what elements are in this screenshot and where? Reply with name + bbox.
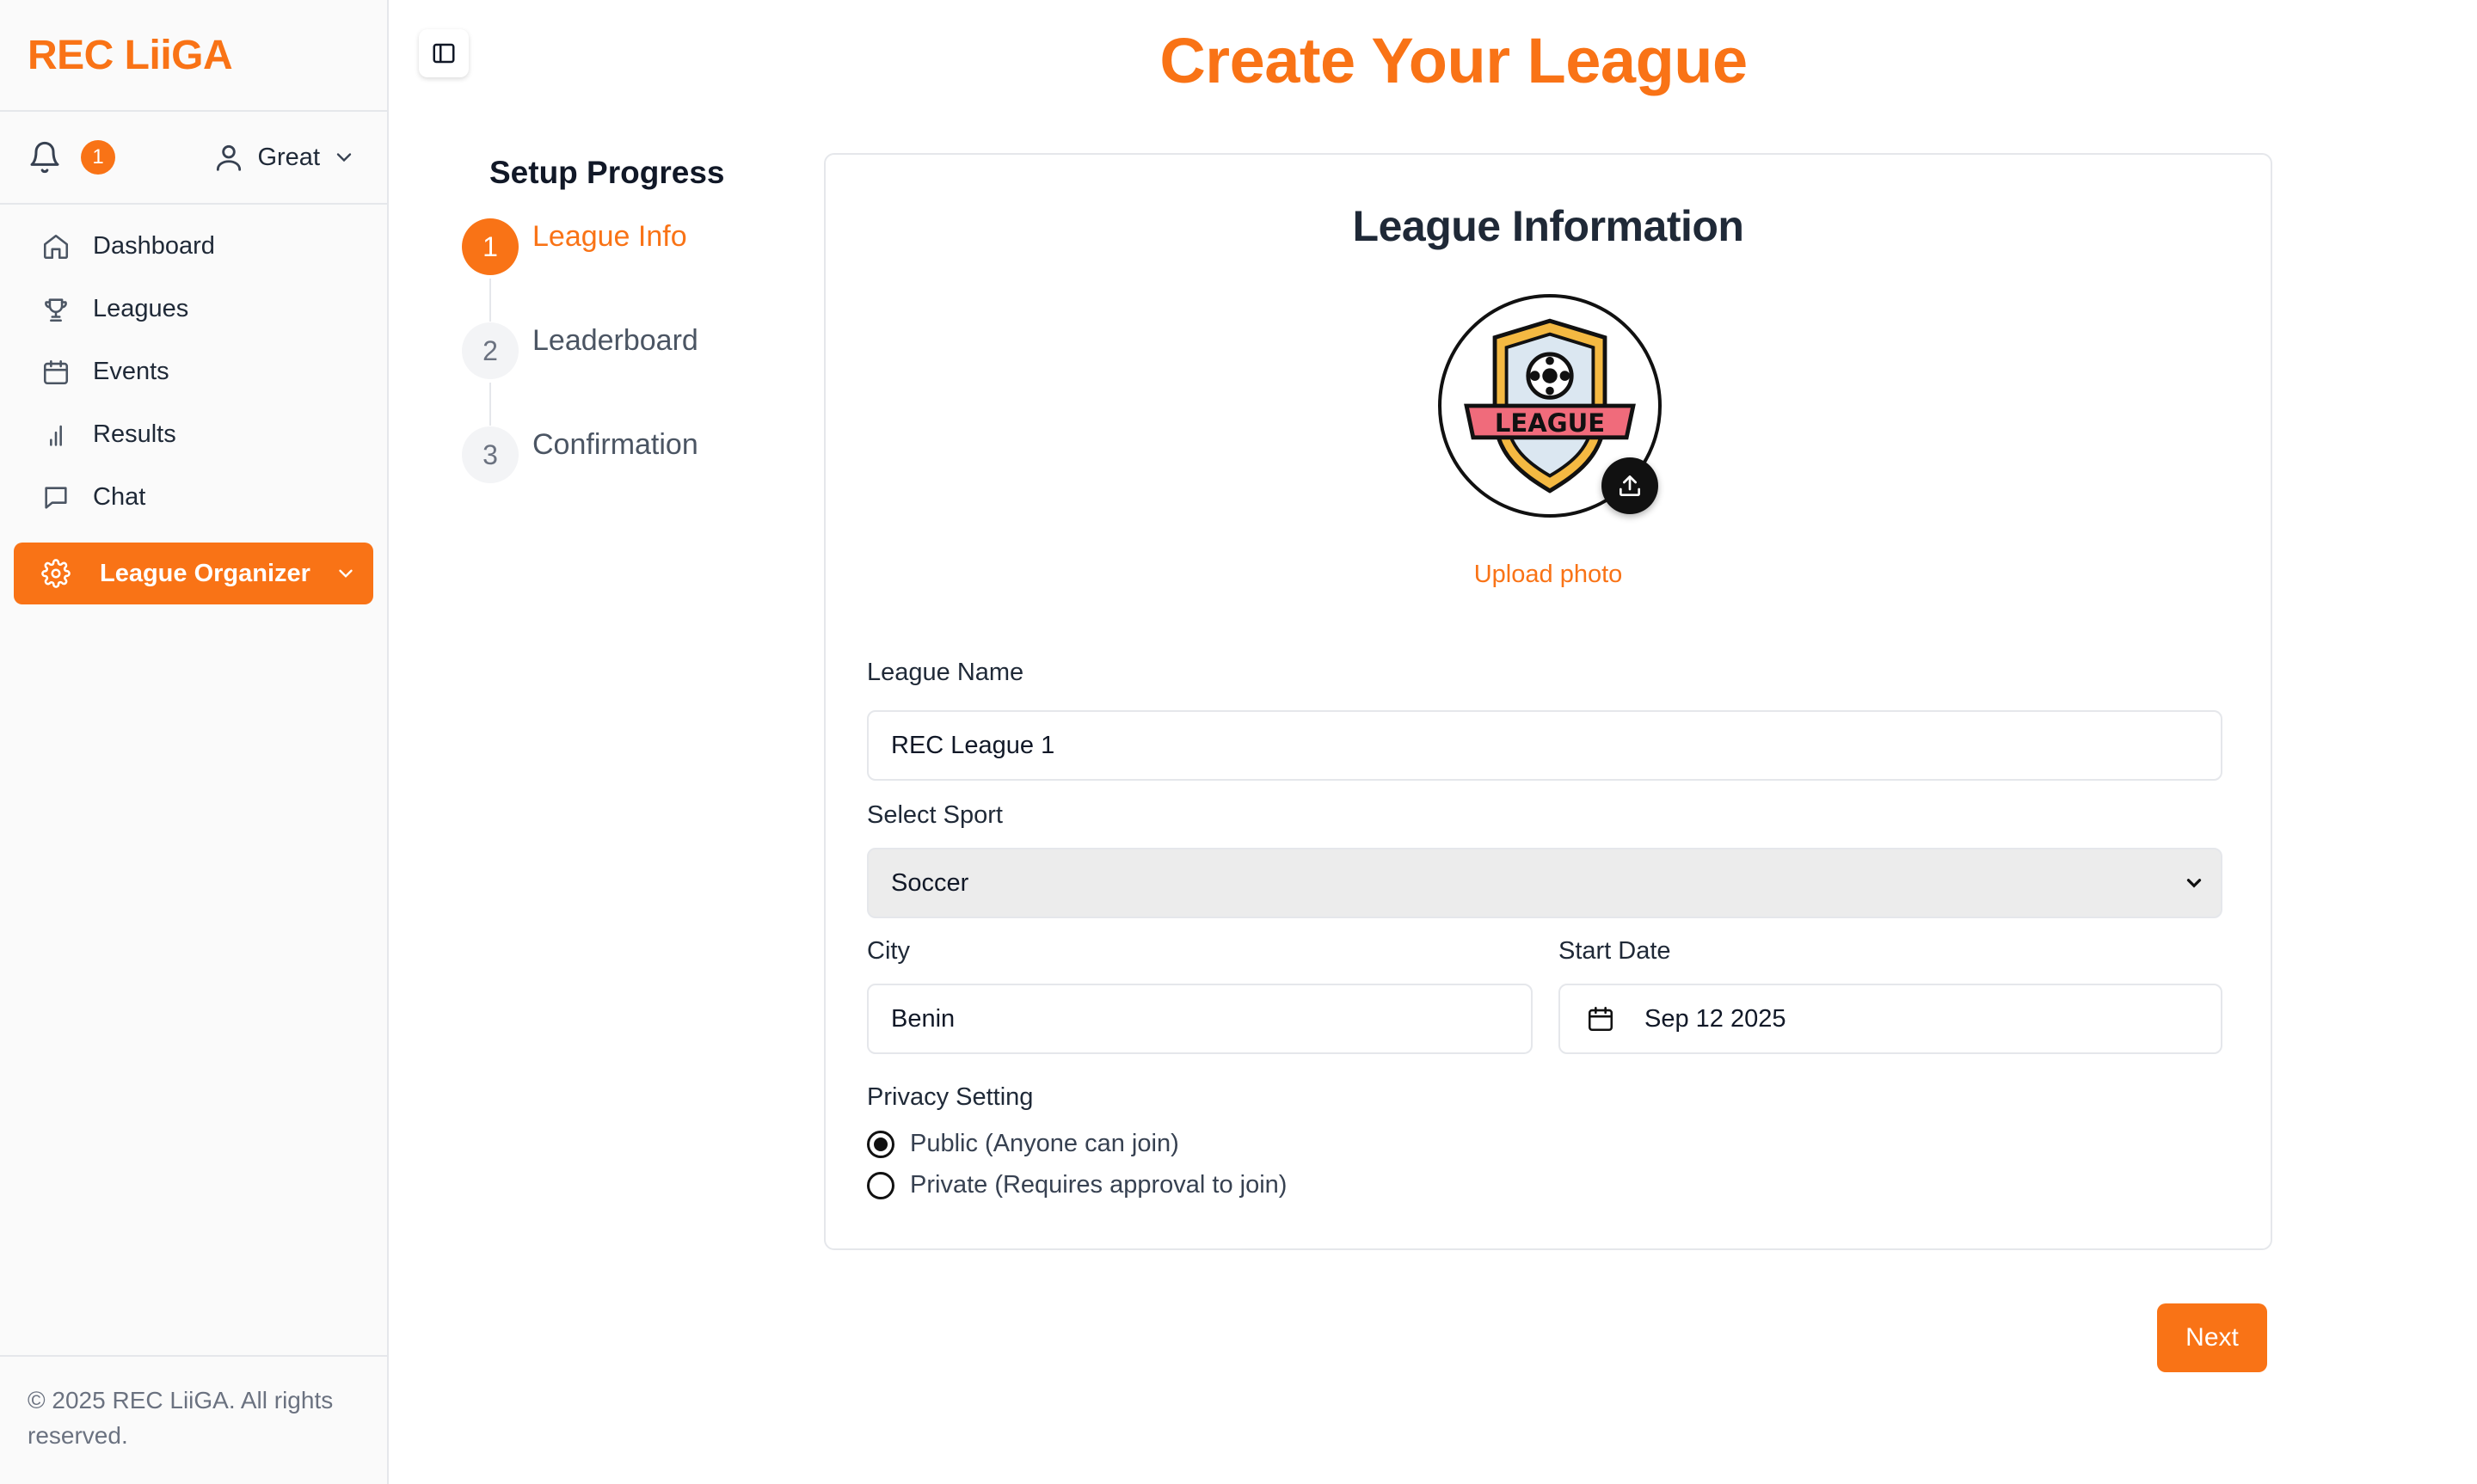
progress-title: Setup Progress [489,155,725,190]
privacy-option-private[interactable]: Private (Requires approval to join) [867,1171,1287,1199]
sidebar-topbar: 1 Great [0,112,387,205]
league-logo[interactable]: LEAGUE [1438,294,1662,518]
city-label: City [867,937,910,965]
step-number: 3 [462,426,519,483]
upload-photo-button[interactable] [1601,457,1658,514]
user-name: Great [257,143,320,171]
step-league-info[interactable]: 1 League Info [462,218,746,322]
card-title: League Information [1352,202,1744,250]
league-organizer-label: League Organizer [100,559,310,587]
bell-icon[interactable] [28,140,62,175]
panel-left-icon [433,43,455,64]
privacy-label: Privacy Setting [867,1083,1034,1111]
step-number: 2 [462,322,519,379]
step-leaderboard[interactable]: 2 Leaderboard [462,322,746,426]
bar-chart-icon [50,425,62,446]
sidebar-item-label: Results [93,420,176,448]
gear-icon [41,559,71,588]
user-icon [217,144,242,171]
privacy-option-public[interactable]: Public (Anyone can join) [867,1130,1179,1158]
sidebar-nav: Dashboard Leagues Events Results Chat Le… [0,205,387,604]
sport-select[interactable]: Soccer [867,848,2222,918]
sidebar-item-label: Events [93,358,169,385]
logo-text: LEAGUE [1495,408,1605,438]
sport-label: Select Sport [867,801,1003,829]
chevron-down-icon [2186,879,2202,888]
upload-photo-label[interactable]: Upload photo [1474,561,1623,588]
league-name-input[interactable]: REC League 1 [867,710,2222,781]
sidebar-item-label: Dashboard [93,232,215,260]
step-confirmation[interactable]: 3 Confirmation [462,426,746,530]
city-value: Benin [891,1004,956,1033]
city-input[interactable]: Benin [867,984,1533,1054]
radio-selected-dot [874,1137,888,1151]
step-label: League Info [532,220,687,253]
privacy-option-label: Private (Requires approval to join) [910,1171,1288,1199]
chevron-down-icon [339,569,353,578]
calendar-icon [1588,1006,1613,1032]
step-connector [489,383,491,426]
page-title: Create Your League [1159,25,1748,96]
start-date-value: Sep 12 2025 [1644,1004,1786,1033]
league-name-value: REC League 1 [891,731,1055,759]
sidebar-item-results[interactable]: Results [0,403,387,466]
sidebar-footer: © 2025 REC LiiGA. All rights reserved. [0,1355,387,1484]
upload-icon [1620,475,1640,496]
brand-logo-text[interactable]: REC LiiGA [28,32,233,79]
sidebar-toggle-button[interactable] [419,29,469,77]
setup-progress: Setup Progress 1 League Info 2 Leaderboa… [462,155,746,530]
trophy-icon [45,297,67,322]
step-label: Leaderboard [532,324,698,357]
notifications[interactable]: 1 [28,140,115,175]
chat-icon [45,486,67,509]
sidebar-item-leagues[interactable]: Leagues [0,278,387,340]
next-button[interactable]: Next [2157,1303,2267,1372]
sidebar: REC LiiGA 1 Great Dashboard Leagues Even… [0,0,389,1484]
step-connector [489,279,491,322]
sidebar-item-events[interactable]: Events [0,340,387,403]
league-name-label: League Name [867,659,1024,686]
upload-photo-link[interactable]: Upload photo [826,561,2271,589]
user-menu[interactable]: Great [212,141,356,174]
chevron-down-icon [336,153,352,163]
start-date-label: Start Date [1558,937,1671,965]
calendar-icon [43,359,69,384]
app-root: REC LiiGA 1 Great Dashboard Leagues Even… [0,0,2477,1484]
step-number: 1 [462,218,519,275]
sidebar-item-label: Leagues [93,295,189,322]
step-label: Confirmation [532,428,698,461]
sidebar-item-chat[interactable]: Chat [0,466,387,529]
home-icon [43,234,69,259]
copyright-text: © 2025 REC LiiGA. All rights reserved. [28,1387,334,1449]
privacy-option-label: Public (Anyone can join) [910,1130,1179,1157]
sidebar-item-label: Chat [93,483,146,511]
radio-button[interactable] [867,1171,894,1199]
league-info-card: League Information LEAGUE Upload photo L… [824,153,2272,1250]
sidebar-item-dashboard[interactable]: Dashboard [0,215,387,278]
progress-steps: 1 League Info 2 Leaderboard 3 Confirmati… [462,218,746,530]
brand: REC LiiGA [0,0,387,112]
radio-button[interactable] [867,1130,894,1158]
sport-selected-value: Soccer [891,868,969,897]
notification-badge: 1 [81,140,115,175]
league-organizer-button[interactable]: League Organizer [14,543,373,604]
start-date-picker[interactable]: Sep 12 2025 [1558,984,2222,1054]
